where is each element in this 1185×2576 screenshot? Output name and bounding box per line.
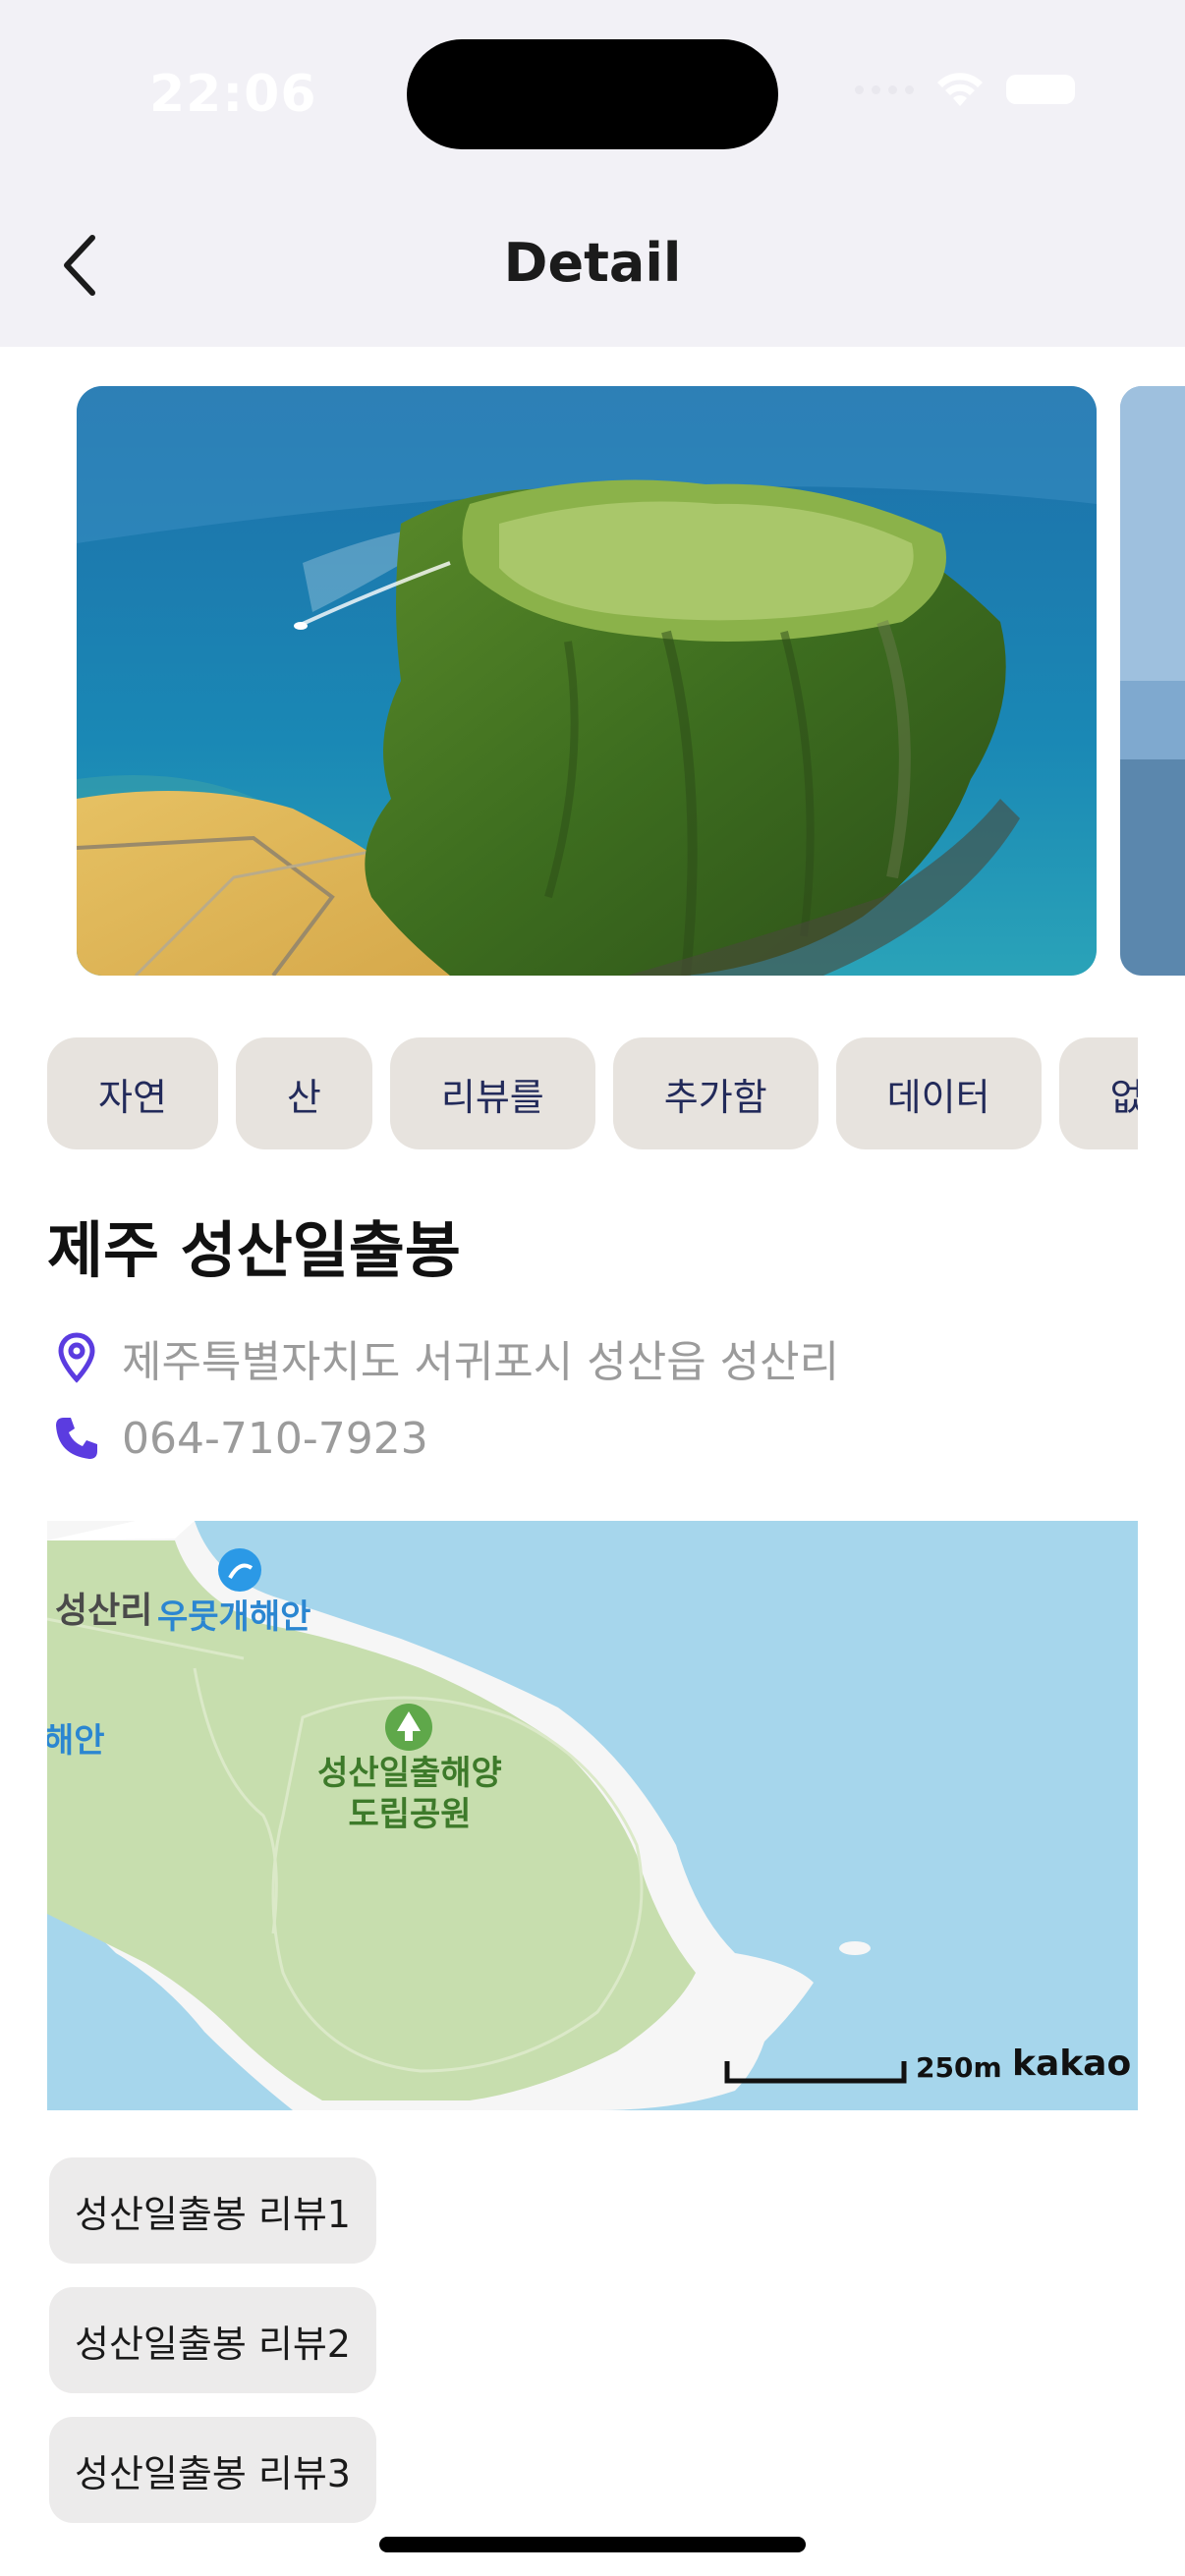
tag-chip[interactable]: 추가함: [612, 1037, 818, 1149]
photo-carousel[interactable]: [0, 386, 1185, 976]
tag-chip[interactable]: 데이터: [835, 1037, 1042, 1149]
dynamic-island: [407, 39, 778, 149]
review-item[interactable]: 성산일출봉 리뷰3: [49, 2417, 376, 2523]
phone-number[interactable]: 064-710-7923: [122, 1414, 428, 1464]
address-row: 제주특별자치도 서귀포시 성산읍 성산리: [49, 1326, 839, 1389]
review-item[interactable]: 성산일출봉 리뷰2: [49, 2287, 376, 2393]
phone-row[interactable]: 064-710-7923: [49, 1411, 428, 1466]
battery-icon: [1006, 75, 1075, 104]
place-photo[interactable]: [77, 386, 1097, 976]
place-name: 제주 성산일출봉: [47, 1214, 461, 1286]
signal-icon: [855, 84, 914, 94]
map-view[interactable]: 성산리 우뭇개해안 해안 성산일출해양 도립공원 250m kakao: [47, 1521, 1138, 2110]
review-item[interactable]: 성산일출봉 리뷰1: [49, 2157, 376, 2264]
navigation-header: 22:06 Detail: [0, 0, 1185, 347]
location-pin-icon: [49, 1330, 104, 1385]
map-label-park: 성산일출해양 도립공원: [317, 1754, 502, 1834]
tag-chip[interactable]: 산: [235, 1037, 372, 1149]
phone-icon: [49, 1411, 104, 1466]
tag-chip[interactable]: 자연: [47, 1037, 218, 1149]
page-title: Detail: [503, 232, 682, 294]
tag-list: 자연 산 리뷰를 추가함 데이터 없음: [47, 1037, 1138, 1149]
next-photo-preview[interactable]: [1120, 386, 1185, 976]
map-brand-logo: kakao: [1012, 2044, 1132, 2084]
status-time: 22:06: [149, 65, 317, 124]
address-text: 제주특별자치도 서귀포시 성산읍 성산리: [122, 1337, 840, 1387]
seongsan-ilchulbong-photo: [77, 386, 1097, 976]
home-indicator[interactable]: [379, 2537, 806, 2552]
tag-chip[interactable]: 리뷰를: [389, 1037, 595, 1149]
map-scale-label: 250m: [916, 2051, 1002, 2084]
tag-chip[interactable]: 없음: [1058, 1037, 1138, 1149]
status-indicators: [855, 71, 1075, 108]
map-label-village: 성산리: [55, 1591, 153, 1631]
wifi-icon: [937, 73, 983, 106]
map-label-beach: 우뭇개해안: [157, 1597, 311, 1637]
map-label-coast: 해안: [47, 1721, 105, 1761]
